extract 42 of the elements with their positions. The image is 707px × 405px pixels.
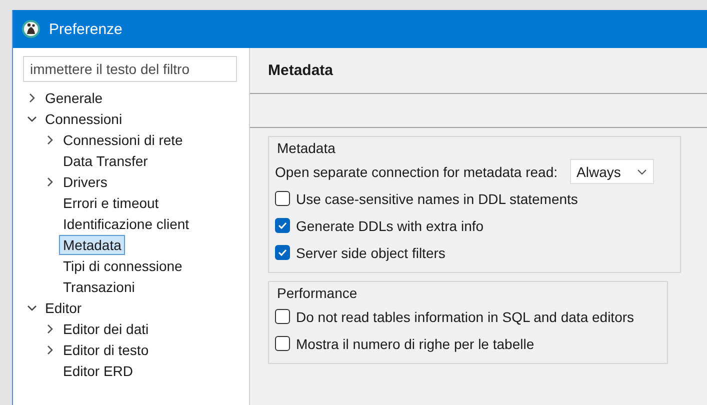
- check-icon: [277, 220, 288, 231]
- tree-item[interactable]: Connessioni: [41, 108, 126, 128]
- check-icon: [277, 247, 288, 258]
- field-label: Open separate connection for metadata read:: [275, 164, 558, 180]
- dropdown[interactable]: Always: [570, 159, 654, 184]
- tree-item[interactable]: Errori e timeout: [59, 192, 163, 212]
- tree-item[interactable]: Editor ERD: [59, 360, 138, 380]
- chevron-right-icon[interactable]: [27, 92, 37, 102]
- chevron-right-icon[interactable]: [45, 344, 55, 354]
- chevron-right-icon[interactable]: [45, 176, 55, 186]
- chevron-down-icon[interactable]: [27, 114, 37, 124]
- tree-item[interactable]: Data Transfer: [59, 150, 152, 170]
- tree-item[interactable]: Editor: [41, 298, 86, 318]
- tree-item[interactable]: Drivers: [59, 172, 112, 192]
- checkbox[interactable]: [275, 191, 290, 206]
- checkbox-label: Mostra il numero di righe per le tabelle: [296, 336, 534, 352]
- window-title: Preferenze: [49, 20, 122, 38]
- tree-item[interactable]: Tipi di connessione: [59, 256, 186, 276]
- group-title: Metadata: [277, 140, 336, 156]
- tree-item[interactable]: Identificazione client: [59, 214, 194, 234]
- chevron-right-icon[interactable]: [45, 324, 55, 334]
- tree-item[interactable]: Editor dei dati: [59, 318, 153, 338]
- group-title: Performance: [277, 285, 358, 301]
- filter-field[interactable]: immettere il testo del filtro: [23, 56, 237, 82]
- checkbox-label: Server side object filters: [296, 244, 446, 260]
- chevron-right-icon[interactable]: [45, 134, 55, 144]
- tree-item[interactable]: Editor di testo: [59, 340, 153, 360]
- chevron-down-icon[interactable]: [27, 302, 37, 312]
- checkbox[interactable]: [275, 218, 290, 233]
- tree-item[interactable]: Transazioni: [59, 276, 139, 296]
- tree-item[interactable]: Generale: [41, 88, 107, 108]
- checkbox-label: Generate DDLs with extra info: [296, 218, 484, 234]
- checkbox[interactable]: [275, 245, 290, 260]
- checkbox-label: Do not read tables information in SQL and data editors: [296, 308, 634, 324]
- app-icon: [21, 19, 41, 39]
- checkbox[interactable]: [275, 336, 290, 351]
- tree-item[interactable]: Connessioni di rete: [59, 130, 187, 150]
- tree-item[interactable]: Metadata: [59, 234, 126, 254]
- checkbox-label: Use case-sensitive names in DDL statements: [296, 190, 578, 206]
- checkbox[interactable]: [275, 309, 290, 324]
- page-title: Metadata: [268, 62, 334, 79]
- caret-icon: [636, 168, 647, 174]
